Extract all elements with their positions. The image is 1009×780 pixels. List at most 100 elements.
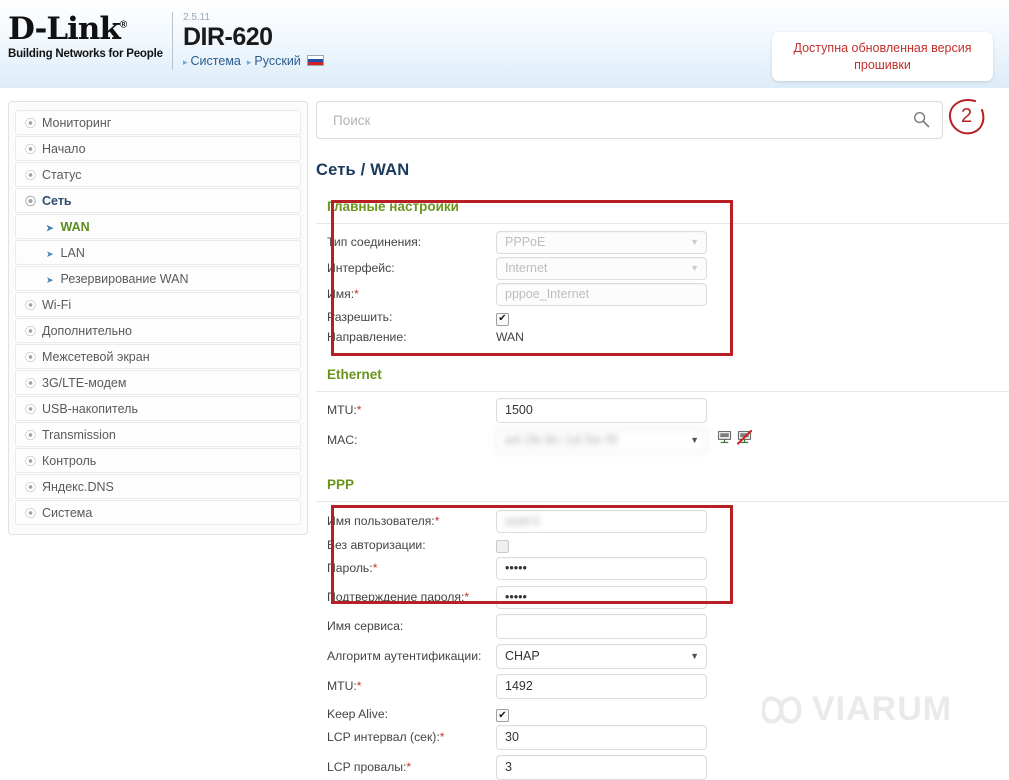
keep-alive-checkbox[interactable]: ✔	[496, 709, 509, 722]
network-port-disabled-icon[interactable]	[736, 429, 753, 450]
label-keep-alive: Keep Alive:	[327, 706, 388, 721]
sidebar-item-wan-backup[interactable]: ➤ Резервирование WAN	[15, 266, 301, 291]
field-row-lcp-failures: LCP провалы:*	[316, 754, 1001, 780]
allow-checkbox[interactable]: ✔	[496, 312, 509, 326]
sidebar-item-label: Transmission	[42, 428, 116, 442]
bullet-arrow-icon: ⦿	[25, 118, 36, 130]
mac-select[interactable]: a4:2b:8c:1d:5e:f0 ▼	[496, 427, 707, 453]
label-allow: Разрешить:	[327, 310, 393, 324]
label-no-auth: Без авторизации:	[327, 537, 426, 552]
network-port-icon[interactable]	[717, 430, 732, 450]
service-name-input[interactable]	[496, 613, 707, 639]
label-mac: MAC:	[327, 433, 358, 447]
infinity-logo-icon	[762, 695, 802, 724]
sidebar-item-yandex-dns[interactable]: ⦿ Яндекс.DNS	[15, 474, 301, 499]
lcp-interval-input[interactable]	[496, 724, 707, 750]
label-confirm-password-text: Подтверждение пароля:	[327, 590, 465, 604]
sidebar-nav: ⦿ Мониторинг ⦿ Начало ⦿ Статус ⦿ Сеть ➤ WAN ➤…	[8, 101, 308, 535]
bullet-arrow-icon: ⦿	[25, 482, 36, 494]
connection-type-select[interactable]: ▼	[496, 230, 707, 254]
sidebar-item-lan[interactable]: ➤ LAN	[15, 240, 301, 265]
sidebar-item-label: Сеть	[42, 194, 72, 208]
header-link-language[interactable]: Русский	[254, 54, 300, 68]
firmware-update-notice[interactable]: Доступна обновленная версия прошивки	[772, 32, 993, 81]
bullet-arrow-icon: ⦿	[25, 456, 36, 468]
mac-value[interactable]: a4:2b:8c:1d:5e:f0	[496, 427, 707, 453]
interface-value[interactable]	[496, 256, 707, 280]
direction-value: WAN	[496, 330, 524, 344]
registered-trademark-icon: ®	[119, 19, 127, 31]
logo-wordmark: D-Link®	[8, 11, 127, 47]
sidebar-item-network[interactable]: ⦿ Сеть	[15, 188, 301, 213]
confirm-password-input[interactable]	[496, 585, 707, 609]
field-row-name: Имя:*	[316, 281, 1001, 307]
label-ethernet-mtu-text: MTU:	[327, 403, 357, 417]
chevron-right-icon: ▸	[183, 57, 188, 67]
annotation-marker-2: 2	[946, 96, 987, 137]
dlink-logo: D-Link® Building Networks for People	[8, 11, 168, 61]
sidebar-item-start[interactable]: ⦿ Начало	[15, 136, 301, 161]
sidebar-item-label: Wi-Fi	[42, 298, 72, 312]
bullet-arrow-icon: ⦿	[25, 326, 36, 338]
password-input[interactable]	[496, 556, 707, 580]
ppp-mtu-input[interactable]	[496, 673, 707, 699]
auth-algorithm-select[interactable]: ▼	[496, 643, 707, 669]
annotation-number: 2	[960, 105, 973, 127]
auth-algorithm-value[interactable]	[496, 643, 707, 669]
sidebar-item-usb-storage[interactable]: ⦿ USB-накопитель	[15, 396, 301, 421]
field-row-password: Пароль:*	[316, 555, 1001, 581]
sidebar-item-label: Контроль	[42, 454, 97, 468]
section-title: Главные настройки	[327, 199, 459, 214]
breadcrumb: Сеть / WAN	[316, 161, 410, 179]
label-ppp-mtu: MTU:*	[316, 679, 496, 693]
bullet-arrow-icon: ⦿	[25, 300, 36, 312]
interface-select[interactable]: ▼	[496, 256, 707, 280]
connection-name-input[interactable]	[496, 282, 707, 306]
field-row-mac: MAC: a4:2b:8c:1d:5e:f0 ▼	[316, 427, 1001, 453]
field-row-no-auth: Без авторизации: ✔	[316, 534, 1001, 555]
russian-flag-icon	[306, 55, 324, 66]
connection-type-value[interactable]	[496, 230, 707, 254]
sidebar-item-label: USB-накопитель	[42, 402, 138, 416]
sidebar-item-system[interactable]: ⦿ Система	[15, 500, 301, 525]
sidebar-item-firewall[interactable]: ⦿ Межсетевой экран	[15, 344, 301, 369]
sidebar-item-label: Межсетевой экран	[42, 350, 150, 364]
label-ppp-mtu-text: MTU:	[327, 679, 357, 693]
bullet-arrow-icon: ⦿	[25, 352, 36, 364]
sidebar-item-label: Система	[42, 506, 93, 520]
ethernet-mtu-input[interactable]	[496, 397, 707, 423]
sidebar-item-wan[interactable]: ➤ WAN	[15, 214, 301, 239]
search-box[interactable]	[316, 101, 943, 139]
label-service-name: Имя сервиса:	[327, 619, 404, 633]
lcp-failures-input[interactable]	[496, 754, 707, 780]
no-auth-checkbox[interactable]: ✔	[496, 540, 509, 553]
sidebar-item-status[interactable]: ⦿ Статус	[15, 162, 301, 187]
field-row-username: Имя пользователя:* user1	[316, 508, 1001, 534]
sidebar-item-transmission[interactable]: ⦿ Transmission	[15, 422, 301, 447]
watermark-text: VIARUM	[812, 690, 953, 728]
bullet-arrow-icon: ⦿	[25, 144, 36, 156]
section-title: PPP	[327, 477, 355, 492]
sidebar-item-label: Резервирование WAN	[60, 272, 189, 286]
header-divider	[172, 12, 173, 70]
sidebar-item-3g-lte-modem[interactable]: ⦿ 3G/LTE-модем	[15, 370, 301, 395]
search-input[interactable]	[317, 102, 902, 138]
header-link-system[interactable]: Система	[191, 54, 241, 68]
sidebar-item-monitoring[interactable]: ⦿ Мониторинг	[15, 110, 301, 135]
header-links: ▸ Система ▸ Русский	[183, 54, 324, 68]
model-name: DIR-620	[183, 23, 273, 51]
sidebar-item-advanced[interactable]: ⦿ Дополнительно	[15, 318, 301, 343]
label-ethernet-mtu: MTU:*	[316, 403, 496, 417]
chevron-right-icon: ➤	[46, 275, 54, 285]
bullet-arrow-icon: ⦿	[25, 170, 36, 182]
search-icon[interactable]	[913, 111, 930, 133]
label-confirm-password: Подтверждение пароля:*	[316, 590, 496, 604]
bullet-arrow-down-icon: ⦿	[25, 196, 36, 208]
sidebar-item-control[interactable]: ⦿ Контроль	[15, 448, 301, 473]
label-lcp-failures-text: LCP провалы:	[327, 760, 407, 774]
label-password-text: Пароль:	[327, 561, 373, 575]
sidebar-item-wifi[interactable]: ⦿ Wi-Fi	[15, 292, 301, 317]
label-name: Имя:*	[316, 287, 496, 301]
section-main-settings: Главные настройки Тип соединения: ▼ Инте…	[316, 199, 1009, 347]
username-input[interactable]: user1	[496, 509, 707, 533]
